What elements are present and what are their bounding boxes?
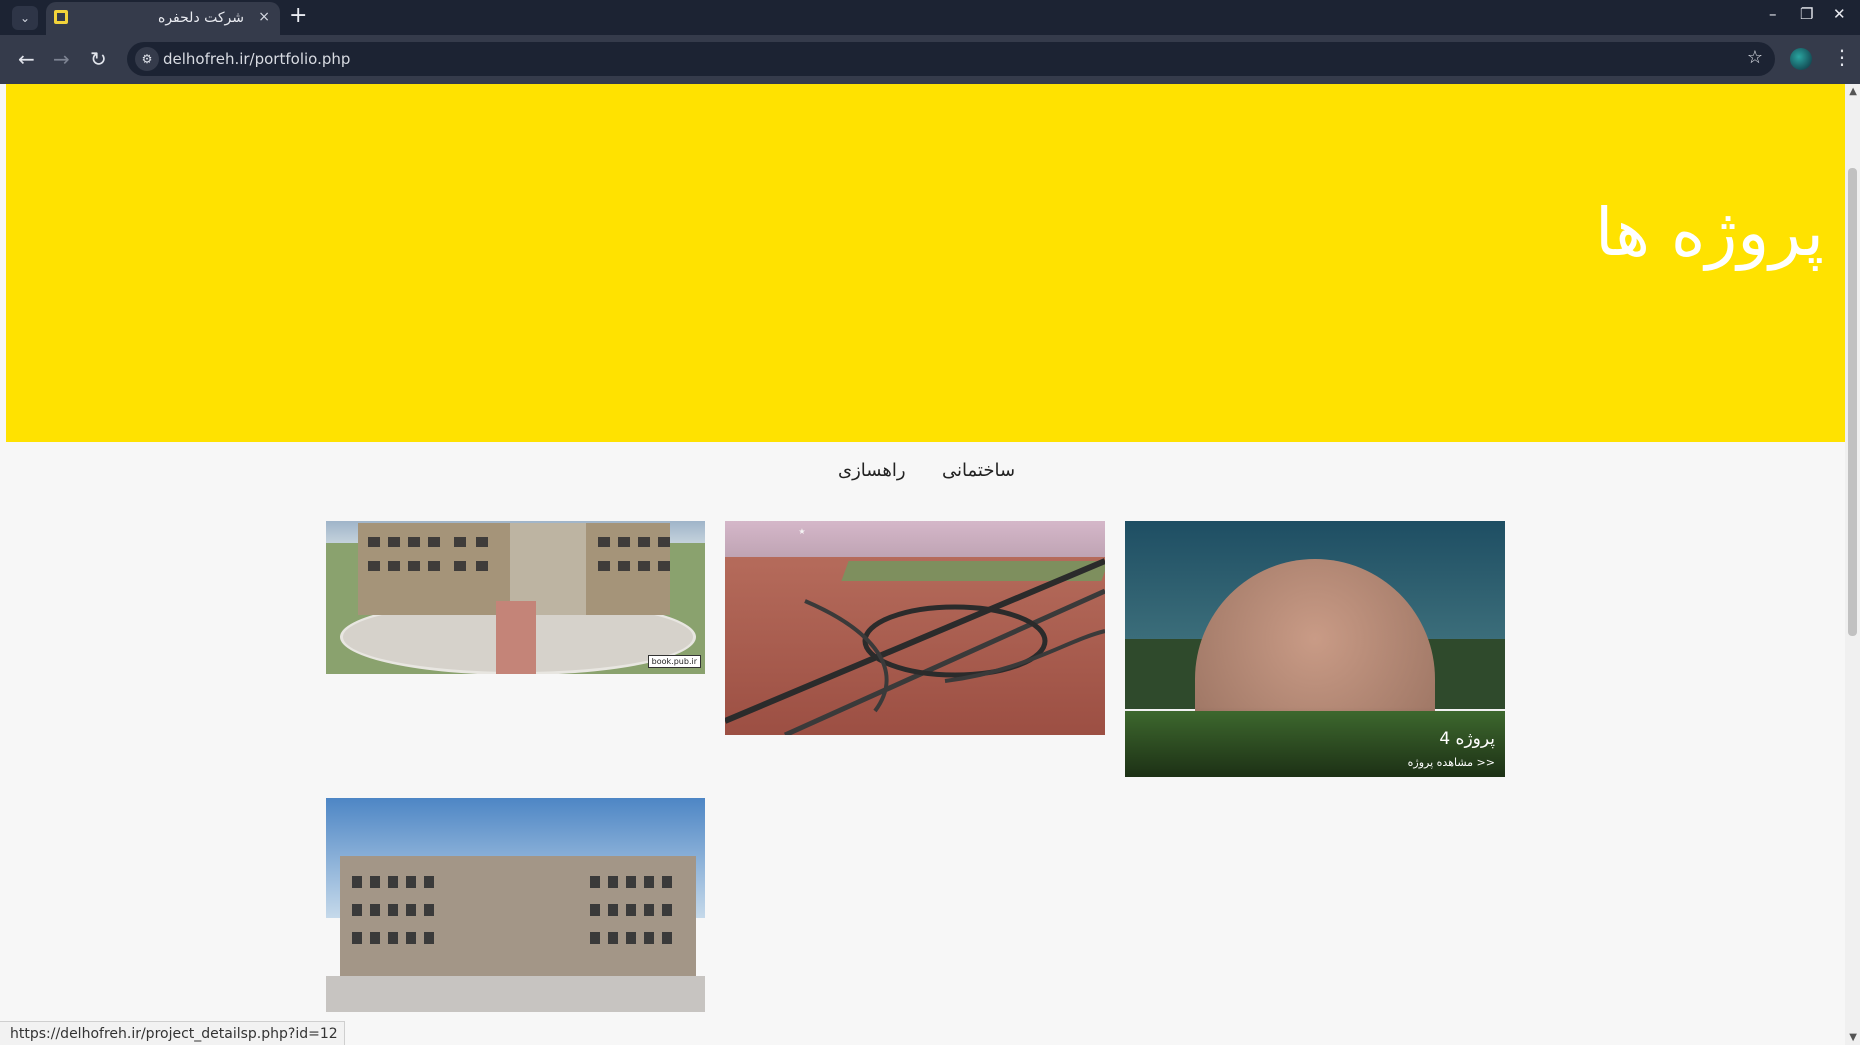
filter-building[interactable]: ساختمانی: [942, 460, 1015, 481]
bookmark-star-icon[interactable]: ☆: [1747, 47, 1763, 68]
project-title: پروژه 4: [1439, 729, 1495, 749]
url-text[interactable]: delhofreh.ir/portfolio.php: [163, 50, 350, 68]
project-image: book.pub.ir: [326, 521, 705, 674]
minimize-icon[interactable]: –: [1769, 5, 1777, 23]
hero-banner: پروژه ها: [6, 84, 1845, 442]
site-favicon-icon: [54, 10, 68, 24]
address-bar[interactable]: ⚙ delhofreh.ir/portfolio.php ☆: [127, 42, 1775, 76]
tab-search-icon[interactable]: ⌄: [12, 6, 38, 30]
view-project-link[interactable]: << مشاهده پروژه: [1408, 756, 1495, 769]
image-watermark: book.pub.ir: [647, 655, 701, 668]
page-viewport: پروژه ها ساختمانی راهسازی book.pub.ir ★ …: [0, 84, 1860, 1045]
page-scrollbar[interactable]: ▲ ▼: [1845, 84, 1860, 1045]
browser-tab-bar: ⌄ شرکت دلحفره × + – ❐ ✕: [0, 0, 1860, 35]
restore-icon[interactable]: ❐: [1800, 5, 1813, 23]
browser-toolbar: ← → ↻ ⚙ delhofreh.ir/portfolio.php ☆ ⋮: [0, 35, 1860, 84]
tab-title: شرکت دلحفره: [158, 10, 244, 26]
project-card[interactable]: ★: [725, 521, 1105, 735]
new-tab-icon[interactable]: +: [289, 3, 307, 28]
profile-avatar-icon[interactable]: [1790, 48, 1812, 70]
interchange-roads: [725, 558, 1105, 735]
scroll-thumb[interactable]: [1848, 168, 1857, 636]
project-image: [326, 798, 705, 1045]
project-card[interactable]: [326, 798, 705, 1045]
company-logo-icon: ★: [798, 527, 806, 536]
reload-icon[interactable]: ↻: [90, 47, 107, 71]
project-card[interactable]: book.pub.ir: [326, 521, 705, 674]
forward-icon[interactable]: →: [53, 47, 70, 71]
scroll-down-icon[interactable]: ▼: [1849, 1032, 1857, 1043]
page-title: پروژه ها: [1594, 194, 1824, 271]
project-image: پروژه 4 << مشاهده پروژه: [1125, 521, 1505, 777]
site-info-icon[interactable]: ⚙: [135, 47, 159, 71]
tab-close-icon[interactable]: ×: [258, 9, 270, 25]
status-bar-url: https://delhofreh.ir/project_detailsp.ph…: [0, 1021, 345, 1045]
scroll-up-icon[interactable]: ▲: [1849, 86, 1857, 97]
project-filters: ساختمانی راهسازی: [0, 460, 1860, 490]
browser-tab[interactable]: شرکت دلحفره ×: [46, 2, 280, 35]
project-image: ★: [725, 521, 1105, 735]
window-close-icon[interactable]: ✕: [1833, 5, 1846, 23]
browser-menu-icon[interactable]: ⋮: [1832, 45, 1852, 69]
back-icon[interactable]: ←: [18, 47, 35, 71]
project-card[interactable]: پروژه 4 << مشاهده پروژه: [1125, 521, 1505, 777]
filter-roadbuilding[interactable]: راهسازی: [838, 460, 906, 481]
